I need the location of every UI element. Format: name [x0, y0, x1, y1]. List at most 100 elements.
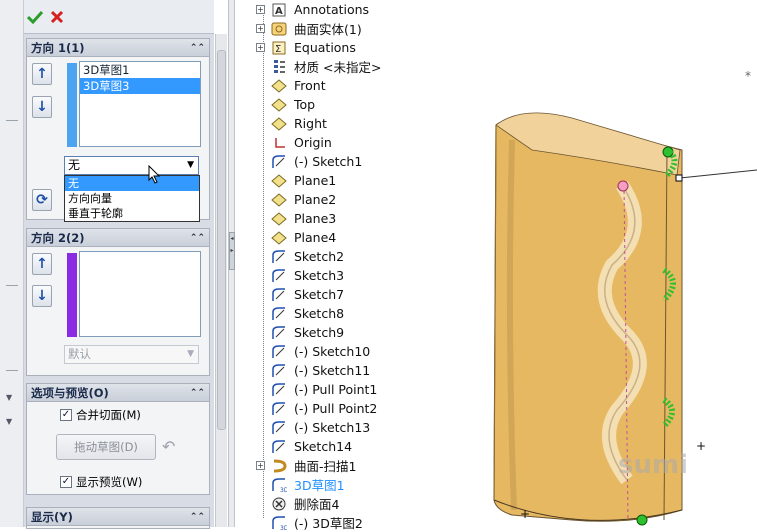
sketch-icon	[271, 344, 287, 360]
tree-node-label: Front	[294, 78, 326, 93]
splitter-grip-icon[interactable]: ◂ ▸	[229, 232, 235, 270]
undo-icon[interactable]: ↶	[162, 437, 175, 456]
collapse-icon[interactable]: ⌃⌃	[190, 233, 205, 243]
tangent-options-list[interactable]: 无 方向向量 垂直于轮廓	[64, 175, 200, 222]
cancel-button[interactable]	[48, 8, 66, 26]
checkbox-checked-icon[interactable]: ✓	[60, 409, 72, 421]
svg-text:*: *	[745, 69, 751, 83]
sketch-icon	[271, 306, 287, 322]
collapse-icon[interactable]: ⌃⌃	[190, 43, 205, 53]
refresh-icon: ⟳	[36, 192, 48, 208]
sketch-icon	[271, 154, 287, 170]
option-normal-to-profile[interactable]: 垂直于轮廓	[65, 206, 199, 221]
direction1-title: 方向 1(1)	[31, 40, 85, 55]
move-up-button[interactable]: ↑	[32, 63, 52, 85]
display-title: 显示(Y)	[31, 509, 73, 524]
options-header[interactable]: 选项与预览(O) ⌃⌃	[27, 384, 209, 402]
tree-node-label: (-) Pull Point2	[294, 401, 378, 416]
plane-icon	[271, 230, 287, 246]
merge-faces-label: 合并切面(M)	[76, 408, 141, 422]
svg-text:+: +	[520, 507, 530, 521]
mouse-cursor-icon	[148, 165, 161, 184]
tree-node-label: Sketch7	[294, 287, 345, 302]
plane-icon	[271, 173, 287, 189]
option-none[interactable]: 无	[65, 176, 199, 191]
sketch-icon	[271, 439, 287, 455]
plane-icon	[271, 211, 287, 227]
tree-node-label: Sketch9	[294, 325, 345, 340]
tree-node-label: (-) Sketch1	[294, 154, 363, 169]
panel-splitter[interactable]: ◂ ▸	[228, 0, 235, 527]
chevron-down-icon: ▼	[187, 349, 194, 359]
expand-icon[interactable]: +	[256, 24, 265, 33]
pm-scrollbar[interactable]	[215, 34, 227, 527]
show-preview-checkbox[interactable]: ✓ 显示预览(W)	[60, 474, 142, 490]
tree-node-label: (-) Sketch11	[294, 363, 371, 378]
chevron-down-icon[interactable]: ▼	[6, 417, 12, 426]
tree-node-label: Sketch8	[294, 306, 345, 321]
dropdown-value: 无	[68, 158, 81, 172]
annotations-icon: A	[271, 2, 287, 18]
3d-sketch-icon: 3D	[271, 477, 287, 493]
tangent-type-dropdown[interactable]: 无 ▼	[64, 156, 199, 175]
expand-icon[interactable]: +	[256, 5, 265, 14]
tree-node-label: 曲面-扫描1	[294, 459, 357, 474]
reverse-direction-button[interactable]: ⟳	[32, 189, 52, 211]
direction2-title: 方向 2(2)	[31, 230, 85, 245]
tree-node-label: (-) 3D草图2	[294, 516, 363, 531]
move-down-button[interactable]: ↓	[32, 285, 52, 307]
arrow-up-icon: ↑	[36, 256, 48, 272]
origin-icon	[271, 135, 287, 151]
watermark-text: sumi	[618, 450, 688, 480]
tree-node-label: (-) Sketch13	[294, 420, 371, 435]
strip-divider	[6, 370, 18, 371]
strip-divider	[6, 120, 18, 121]
expand-icon[interactable]: +	[256, 43, 265, 52]
option-direction-vector[interactable]: 方向向量	[65, 191, 199, 206]
3d-sketch-icon: 3D	[271, 515, 287, 531]
sweep-surface-icon	[271, 458, 287, 474]
checkbox-checked-icon[interactable]: ✓	[60, 476, 72, 488]
sketch-icon	[271, 420, 287, 436]
expand-icon[interactable]: +	[256, 461, 265, 470]
property-manager-panel: 方向 1(1) ⌃⌃ ↑ ↓ 3D草图1 3D草图3 ⟳ 无 ▼ 无 方向向量 …	[24, 0, 214, 529]
direction2-tangent-dropdown[interactable]: 默认 ▼	[64, 345, 199, 364]
tree-node-label: Top	[294, 97, 316, 112]
move-up-button[interactable]: ↑	[32, 253, 52, 275]
svg-text:3D: 3D	[280, 525, 287, 531]
tree-node-label: 曲面实体(1)	[294, 22, 362, 37]
tree-node-label: Plane4	[294, 230, 337, 245]
tree-node-label: Annotations	[294, 2, 370, 17]
move-down-button[interactable]: ↓	[32, 96, 52, 118]
arrow-down-icon: ↓	[36, 288, 48, 304]
collapse-icon[interactable]: ⌃⌃	[190, 512, 205, 522]
arrow-up-icon: ↑	[36, 66, 48, 82]
sketch-icon	[271, 287, 287, 303]
drag-sketch-button[interactable]: 拖动草图(D)	[56, 434, 156, 460]
merge-faces-checkbox[interactable]: ✓ 合并切面(M)	[60, 407, 141, 423]
direction1-header[interactable]: 方向 1(1) ⌃⌃	[27, 39, 209, 57]
tree-node-label: 删除面4	[294, 497, 340, 512]
ok-button[interactable]	[26, 8, 44, 26]
sketch-icon	[271, 363, 287, 379]
tree-node-label: Plane2	[294, 192, 337, 207]
sketch-icon	[271, 268, 287, 284]
tree-node-label: 3D草图1	[294, 478, 345, 493]
svg-text:Σ: Σ	[275, 44, 281, 55]
surface-bodies-icon	[271, 21, 287, 37]
tree-node-label: Sketch14	[294, 439, 353, 454]
chevron-down-icon[interactable]: ▼	[6, 393, 12, 402]
tree-node-label: Right	[294, 116, 327, 131]
display-group: 显示(Y) ⌃⌃	[26, 507, 210, 529]
direction2-header[interactable]: 方向 2(2) ⌃⌃	[27, 229, 209, 247]
direction1-list[interactable]: 3D草图1 3D草图3	[79, 61, 201, 147]
graphics-viewport[interactable]: + + *	[452, 0, 757, 527]
list-item-selected[interactable]: 3D草图3	[80, 78, 200, 94]
direction2-list[interactable]	[79, 251, 201, 337]
list-item[interactable]: 3D草图1	[80, 62, 200, 78]
display-header[interactable]: 显示(Y) ⌃⌃	[27, 508, 209, 526]
collapse-icon[interactable]: ⌃⌃	[190, 388, 205, 398]
options-title: 选项与预览(O)	[31, 385, 109, 400]
tree-node-label: Equations	[294, 40, 356, 55]
scrollbar-thumb[interactable]	[217, 50, 226, 430]
